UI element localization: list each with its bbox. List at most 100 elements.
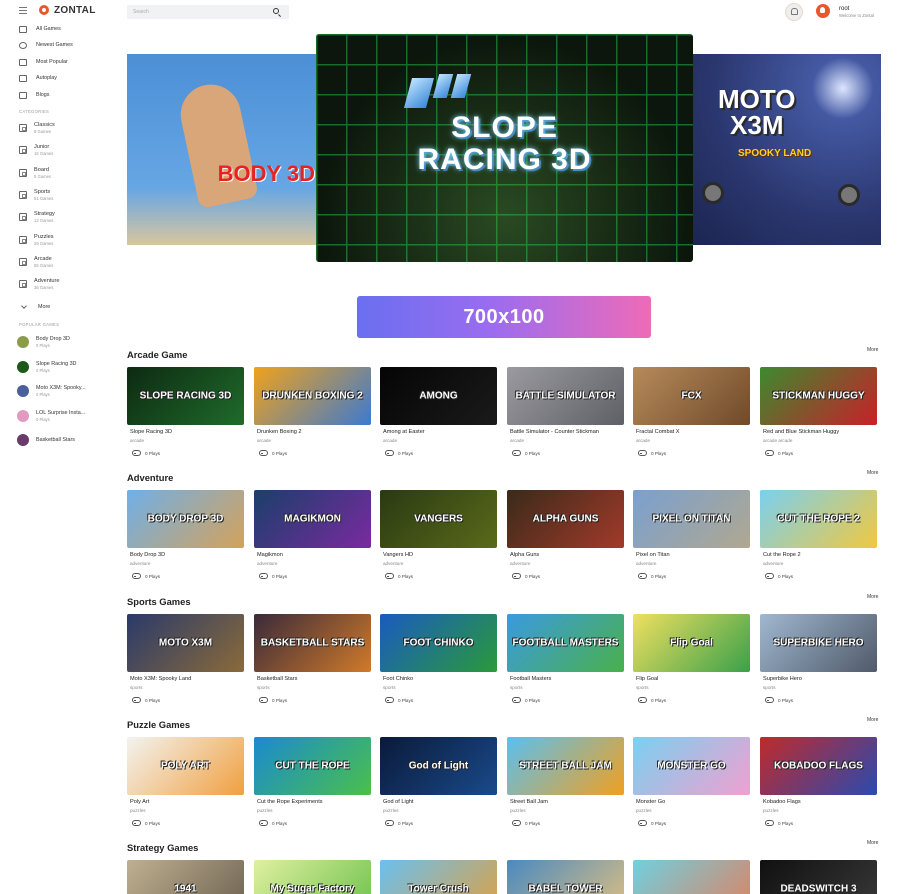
section-more-link[interactable]: More — [867, 470, 878, 476]
game-card[interactable]: MOTO X3M Moto X3M: Spooky Land sports 0 Pla… — [127, 614, 244, 703]
game-card[interactable]: FOOT CHINKO Foot Chinko sports 0 Plays — [380, 614, 497, 703]
game-title[interactable]: Kobadoo Flags — [760, 799, 877, 806]
popular-game-item[interactable]: Moto X3M: Spooky... 0 Plays — [17, 382, 86, 400]
game-card[interactable]: BATTLE SIMULATOR Battle Simulator - Count… — [507, 367, 624, 456]
game-card[interactable]: Tower Crush — [380, 860, 497, 894]
game-thumbnail[interactable]: KOBADOO FLAGS — [760, 737, 877, 795]
game-title[interactable]: Football Masters — [507, 676, 624, 683]
game-thumbnail[interactable]: FOOT CHINKO — [380, 614, 497, 672]
sidebar-category-strategy[interactable]: Strategy 12 Games — [19, 208, 55, 226]
game-thumbnail[interactable]: STICKMAN HUGGY — [760, 367, 877, 425]
game-thumbnail[interactable]: Tower Crush — [380, 860, 497, 894]
game-thumbnail[interactable]: DRUNKEN BOXING 2 — [254, 367, 371, 425]
section-more-link[interactable]: More — [867, 717, 878, 723]
game-thumbnail[interactable]: STREET BALL JAM — [507, 737, 624, 795]
carousel-slide-slope-racing[interactable]: SLOPE RACING 3D — [316, 34, 693, 262]
game-card[interactable]: MAGIKMON Magikmon adventure 0 Plays — [254, 490, 371, 579]
game-title[interactable]: Cut the Rope Experiments — [254, 799, 371, 806]
sidebar-category-board[interactable]: Board 5 Games — [19, 164, 51, 182]
game-title[interactable]: Drunken Boxing 2 — [254, 429, 371, 436]
game-thumbnail[interactable]: MAGIKMON — [254, 490, 371, 548]
sidebar-item-autoplay[interactable]: Autoplay — [19, 72, 57, 84]
ad-banner[interactable]: 700x100 — [357, 296, 651, 338]
notifications-button[interactable] — [785, 3, 803, 21]
game-card[interactable]: VANGERS Vangers HD adventure 0 Plays — [380, 490, 497, 579]
sidebar-item-blogs[interactable]: Blogs — [19, 89, 50, 101]
sidebar-category-adventure[interactable]: Adventure 36 Games — [19, 275, 60, 293]
game-thumbnail[interactable]: SLOPE RACING 3D — [127, 367, 244, 425]
popular-game-item[interactable]: Slope Racing 3D 0 Plays — [17, 358, 76, 376]
game-card[interactable]: KOBADOO FLAGS Kobadoo Flags puzzles 0 Plays — [760, 737, 877, 826]
game-title[interactable]: Flip Goal — [633, 676, 750, 683]
game-title[interactable]: Cut the Rope 2 — [760, 552, 877, 559]
game-card[interactable]: My Sugar Factory — [254, 860, 371, 894]
game-thumbnail[interactable]: AMONG — [380, 367, 497, 425]
sidebar-category-puzzles[interactable]: Puzzles 29 Games — [19, 231, 54, 249]
game-title[interactable]: Body Drop 3D — [127, 552, 244, 559]
carousel-slide-body-drop[interactable]: BODY 3D — [127, 54, 317, 245]
section-more-link[interactable]: More — [867, 840, 878, 846]
brand-name[interactable]: ZONTAL — [54, 5, 96, 16]
game-card[interactable]: ALPHA GUNS Alpha Guns adventure 0 Plays — [507, 490, 624, 579]
game-title[interactable]: Poly Art — [127, 799, 244, 806]
game-thumbnail[interactable]: CUT THE ROPE — [254, 737, 371, 795]
game-title[interactable]: Red and Blue Stickman Huggy — [760, 429, 877, 436]
game-thumbnail[interactable]: Flip Goal — [633, 614, 750, 672]
game-card[interactable]: AMONG Among at Easter arcade 0 Plays — [380, 367, 497, 456]
game-card[interactable]: STREET BALL JAM Street Ball Jam puzzles 0 P… — [507, 737, 624, 826]
sidebar-item-all-games[interactable]: All Games — [19, 23, 61, 35]
game-thumbnail[interactable]: SUPERBIKE HERO — [760, 614, 877, 672]
game-title[interactable]: Moto X3M: Spooky Land — [127, 676, 244, 683]
game-thumbnail[interactable]: PIXEL ON TITAN — [633, 490, 750, 548]
popular-game-item[interactable]: Basketball Stars — [17, 431, 75, 449]
popular-game-item[interactable]: LOL Surprise Insta... 0 Plays — [17, 407, 85, 425]
game-card[interactable]: SLOPE RACING 3D Slope Racing 3D arcade 0 Pl… — [127, 367, 244, 456]
avatar[interactable] — [816, 4, 830, 18]
game-thumbnail[interactable]: BODY DROP 3D — [127, 490, 244, 548]
game-card[interactable]: BASKETBALL STARS Basketball Stars sports 0 … — [254, 614, 371, 703]
sidebar-more-button[interactable]: More — [21, 303, 50, 310]
game-card[interactable]: POLY ART Poly Art puzzles 0 Plays — [127, 737, 244, 826]
game-card[interactable]: MONSTER GO Monster Go puzzles 0 Plays — [633, 737, 750, 826]
game-card[interactable]: FCX Fractal Combat X arcade 0 Plays — [633, 367, 750, 456]
game-thumbnail[interactable]: My Sugar Factory — [254, 860, 371, 894]
sidebar-item-most-popular[interactable]: Most Popular — [19, 56, 68, 68]
game-title[interactable]: Magikmon — [254, 552, 371, 559]
game-title[interactable]: Basketball Stars — [254, 676, 371, 683]
game-thumbnail[interactable]: DEADSWITCH 3 — [760, 860, 877, 894]
game-card[interactable]: CUT THE ROPE Cut the Rope Experiments puzz… — [254, 737, 371, 826]
game-thumbnail[interactable]: MOTO X3M — [127, 614, 244, 672]
game-title[interactable]: Pixel on Titan — [633, 552, 750, 559]
user-menu[interactable]: root Welcome to Zontal — [816, 4, 874, 18]
game-thumbnail[interactable]: BASKETBALL STARS — [254, 614, 371, 672]
game-thumbnail[interactable]: ALPHA GUNS — [507, 490, 624, 548]
game-title[interactable]: Alpha Guns — [507, 552, 624, 559]
game-title[interactable]: Fractal Combat X — [633, 429, 750, 436]
section-more-link[interactable]: More — [867, 347, 878, 353]
game-thumbnail[interactable]: MONSTER GO — [633, 737, 750, 795]
zontal-logo-icon[interactable] — [39, 5, 49, 15]
game-card[interactable]: God of Light God of Light puzzles 0 Plays — [380, 737, 497, 826]
game-card[interactable]: DEADSWITCH 3 — [760, 860, 877, 894]
game-thumbnail[interactable]: FCX — [633, 367, 750, 425]
menu-icon[interactable] — [19, 6, 27, 14]
game-card[interactable]: BODY DROP 3D Body Drop 3D adventure 0 Plays — [127, 490, 244, 579]
game-thumbnail[interactable]: BABEL TOWER — [507, 860, 624, 894]
sidebar-category-sports[interactable]: Sports 51 Games — [19, 186, 53, 204]
game-thumbnail[interactable]: CUT THE ROPE 2 — [760, 490, 877, 548]
game-thumbnail[interactable]: BATTLE SIMULATOR — [507, 367, 624, 425]
sidebar-item-newest-games[interactable]: Newest Games — [19, 39, 73, 51]
game-title[interactable]: Monster Go — [633, 799, 750, 806]
game-card[interactable]: BABEL TOWER — [507, 860, 624, 894]
game-card[interactable]: Flip Goal Flip Goal sports 0 Plays — [633, 614, 750, 703]
game-card[interactable]: STICKMAN HUGGY Red and Blue Stickman Hugg… — [760, 367, 877, 456]
game-card[interactable]: SUPERBIKE HERO Superbike Hero sports 0 Play… — [760, 614, 877, 703]
game-card[interactable]: FOOTBALL MASTERS Football Masters sports 0 … — [507, 614, 624, 703]
game-thumbnail[interactable]: VANGERS — [380, 490, 497, 548]
game-thumbnail[interactable]: God of Light — [380, 737, 497, 795]
game-title[interactable]: Among at Easter — [380, 429, 497, 436]
game-card[interactable]: DRUNKEN BOXING 2 Drunken Boxing 2 arcade 0 … — [254, 367, 371, 456]
game-title[interactable]: Street Ball Jam — [507, 799, 624, 806]
sidebar-category-junior[interactable]: Junior 16 Games — [19, 141, 53, 159]
game-thumbnail[interactable]: FOOTBALL MASTERS — [507, 614, 624, 672]
